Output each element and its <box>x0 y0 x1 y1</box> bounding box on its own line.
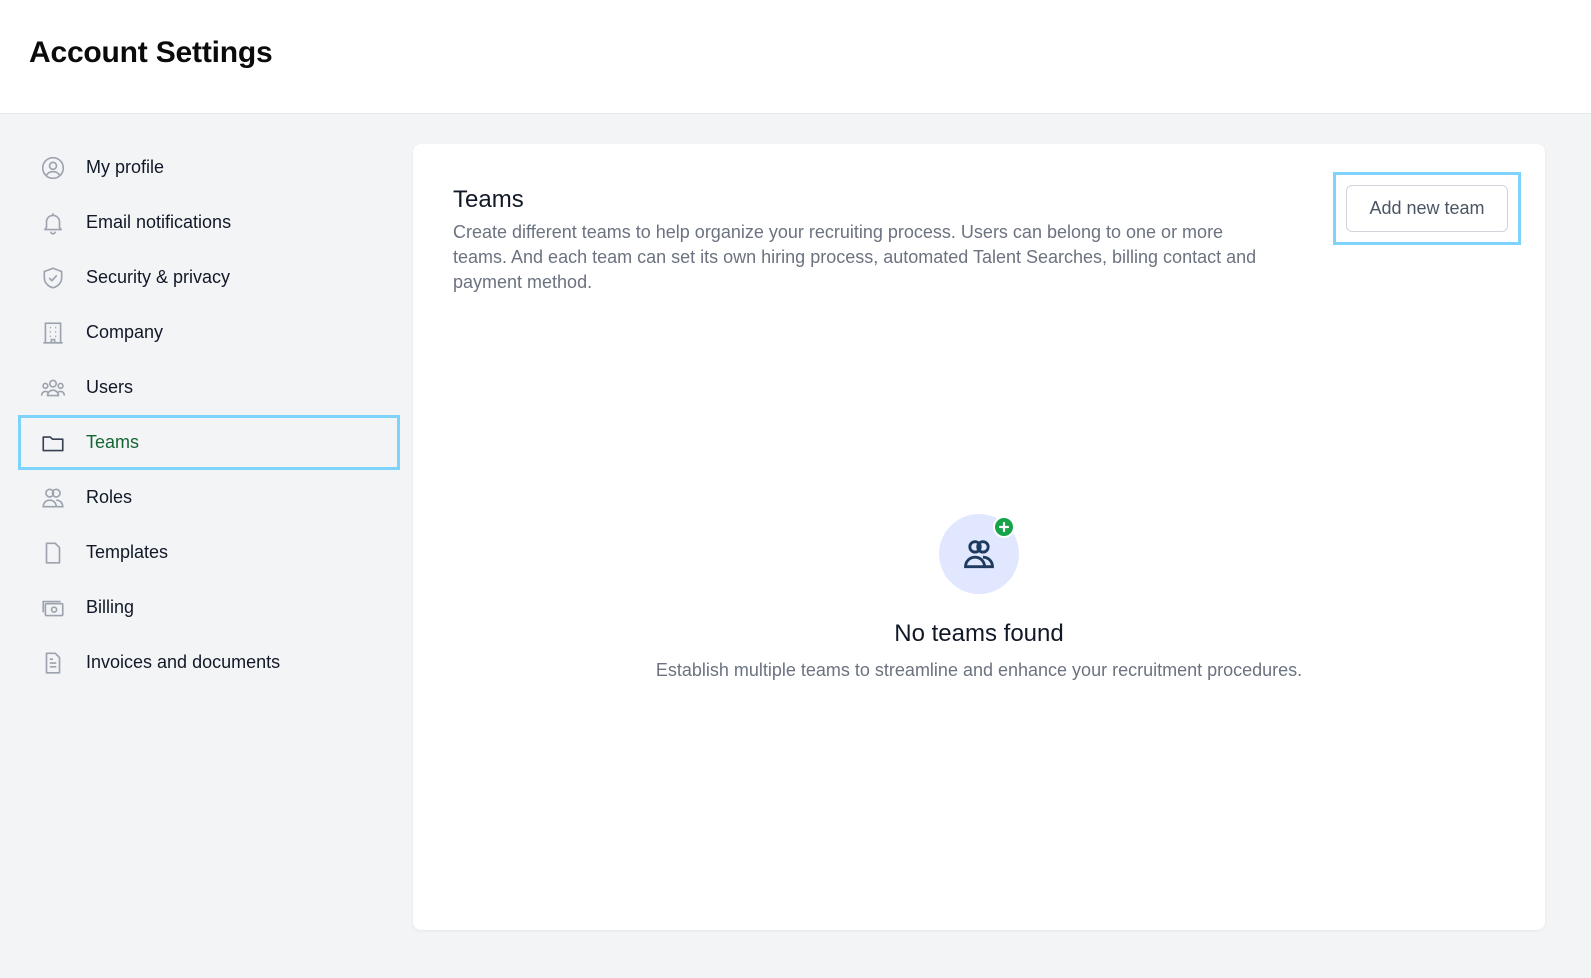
shield-icon <box>40 265 66 291</box>
teams-panel: Teams Create different teams to help org… <box>413 144 1545 930</box>
sidebar-item-billing[interactable]: Billing <box>18 580 400 635</box>
add-button-highlight: Add new team <box>1333 172 1521 245</box>
user-circle-icon <box>40 155 66 181</box>
section-title: Teams <box>453 186 524 213</box>
users-icon <box>40 375 66 401</box>
sidebar-item-label: Company <box>86 322 164 342</box>
sidebar-item-security-privacy[interactable]: Security & privacy <box>18 250 400 305</box>
top-bar: Account Settings <box>0 0 1591 114</box>
sidebar-item-label: Security & privacy <box>86 267 231 287</box>
sidebar-item-users[interactable]: Users <box>18 360 400 415</box>
add-new-team-button[interactable]: Add new team <box>1346 185 1508 232</box>
document-text-icon <box>40 650 66 676</box>
empty-state-title: No teams found <box>894 620 1064 647</box>
sidebar-item-email-notifications[interactable]: Email notifications <box>18 195 400 250</box>
sidebar-item-label: Users <box>86 377 134 397</box>
sidebar-item-label: My profile <box>86 157 165 177</box>
empty-state-description: Establish multiple teams to streamline a… <box>655 660 1303 680</box>
sidebar-item-my-profile[interactable]: My profile <box>18 140 400 195</box>
sidebar-item-label: Email notifications <box>86 212 232 232</box>
sidebar-item-label: Templates <box>86 542 169 562</box>
user-group-add-icon <box>939 514 1019 594</box>
folder-icon <box>40 430 66 456</box>
section-description: Create different teams to help organize … <box>453 222 1257 292</box>
bell-icon <box>40 210 66 236</box>
sidebar-item-company[interactable]: Company <box>18 305 400 360</box>
settings-sidebar: My profile Email notifications Security … <box>18 140 400 690</box>
page-title: Account Settings <box>29 36 273 69</box>
document-icon <box>40 540 66 566</box>
sidebar-item-label: Invoices and documents <box>86 652 281 672</box>
cash-icon <box>40 595 66 621</box>
building-icon <box>40 320 66 346</box>
sidebar-item-teams[interactable]: Teams <box>18 415 400 470</box>
sidebar-item-label: Roles <box>86 487 133 507</box>
user-group-icon <box>40 485 66 511</box>
sidebar-item-invoices-documents[interactable]: Invoices and documents <box>18 635 400 690</box>
sidebar-item-label: Billing <box>86 597 135 617</box>
empty-state: No teams found Establish multiple teams … <box>413 514 1545 681</box>
sidebar-item-roles[interactable]: Roles <box>18 470 400 525</box>
plus-icon <box>993 516 1015 538</box>
sidebar-item-label: Teams <box>86 432 140 452</box>
sidebar-item-templates[interactable]: Templates <box>18 525 400 580</box>
